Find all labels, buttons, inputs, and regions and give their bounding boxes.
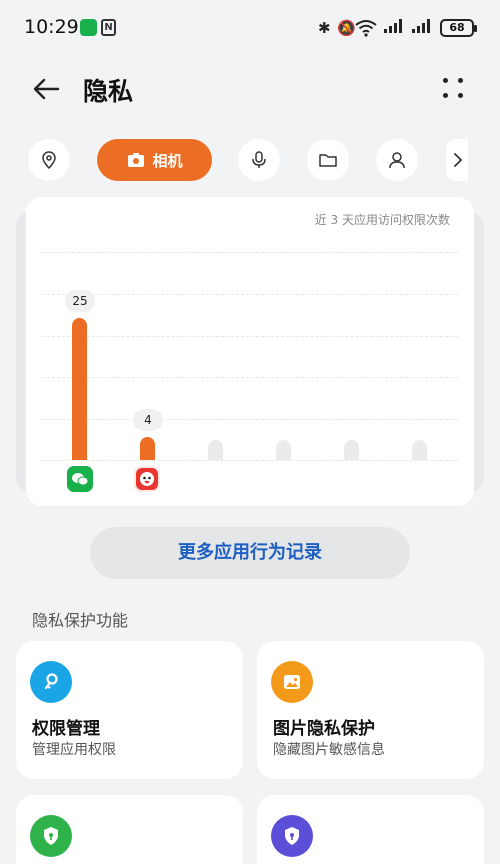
signal-icon-2 [412,19,434,33]
chart-value-label: 4 [133,409,163,431]
gridline [42,377,458,378]
feature-subtitle: 隐藏图片敏感信息 [273,742,385,758]
gridline [42,336,458,337]
chart-bar [72,318,87,460]
section-title: 隐私保护功能 [32,611,129,630]
gridline [42,252,458,253]
filter-scroll-right[interactable] [446,139,468,181]
location-icon [42,151,56,170]
camera-icon [128,153,145,167]
filter-location[interactable] [28,139,70,181]
chart-bar [276,440,291,460]
filter-camera[interactable]: 相机 [97,139,212,181]
filter-microphone[interactable] [238,139,280,181]
chevron-right-icon [454,153,463,167]
chart-bar [412,440,427,460]
shield-lock-icon [271,815,313,857]
gridline [42,419,458,420]
image-icon [271,661,313,703]
mute-icon: 🔕 [337,19,356,37]
signal-icon [384,19,406,33]
feature-title: 图片隐私保护 [273,719,375,739]
filter-folder[interactable] [307,139,349,181]
key-icon [30,661,72,703]
wifi-icon [355,19,377,41]
status-bar: 10:29 N ✱ 🔕 68 [0,0,500,58]
more-app-behavior-button[interactable]: 更多应用行为记录 [90,527,410,579]
bluetooth-icon: ✱ [318,19,331,37]
microphone-icon [252,151,266,168]
feature-subtitle: 管理应用权限 [32,742,116,758]
more-options-icon[interactable] [440,74,468,102]
permission-management-card[interactable]: 权限管理 管理应用权限 [16,641,243,779]
security-feature-card-2[interactable] [257,795,484,864]
shield-lock-icon [30,815,72,857]
page-title: 隐私 [83,77,134,106]
folder-icon [319,154,337,167]
feature-title: 权限管理 [32,719,100,739]
chart-bar [344,440,359,460]
filter-camera-label: 相机 [152,151,183,170]
status-time: 10:29 [24,16,79,38]
gridline [42,460,458,461]
wechat-notification-icon [80,19,97,36]
chart-bar [208,440,223,460]
contacts-icon [389,152,405,169]
nfc-icon: N [101,19,116,36]
chart-bar [140,437,155,460]
wechat-app-icon [67,466,93,492]
back-arrow-icon[interactable] [30,72,64,106]
app-mascot-icon [134,466,160,492]
filter-contacts[interactable] [376,139,418,181]
battery-icon: 68 [440,19,477,37]
photo-privacy-card[interactable]: 图片隐私保护 隐藏图片敏感信息 [257,641,484,779]
chart-value-label: 25 [65,290,95,312]
access-chart-card: 近 3 天应用访问权限次数 25 4 [26,197,474,506]
security-feature-card[interactable] [16,795,243,864]
gridline [42,294,458,295]
chart-title: 近 3 天应用访问权限次数 [314,213,450,227]
